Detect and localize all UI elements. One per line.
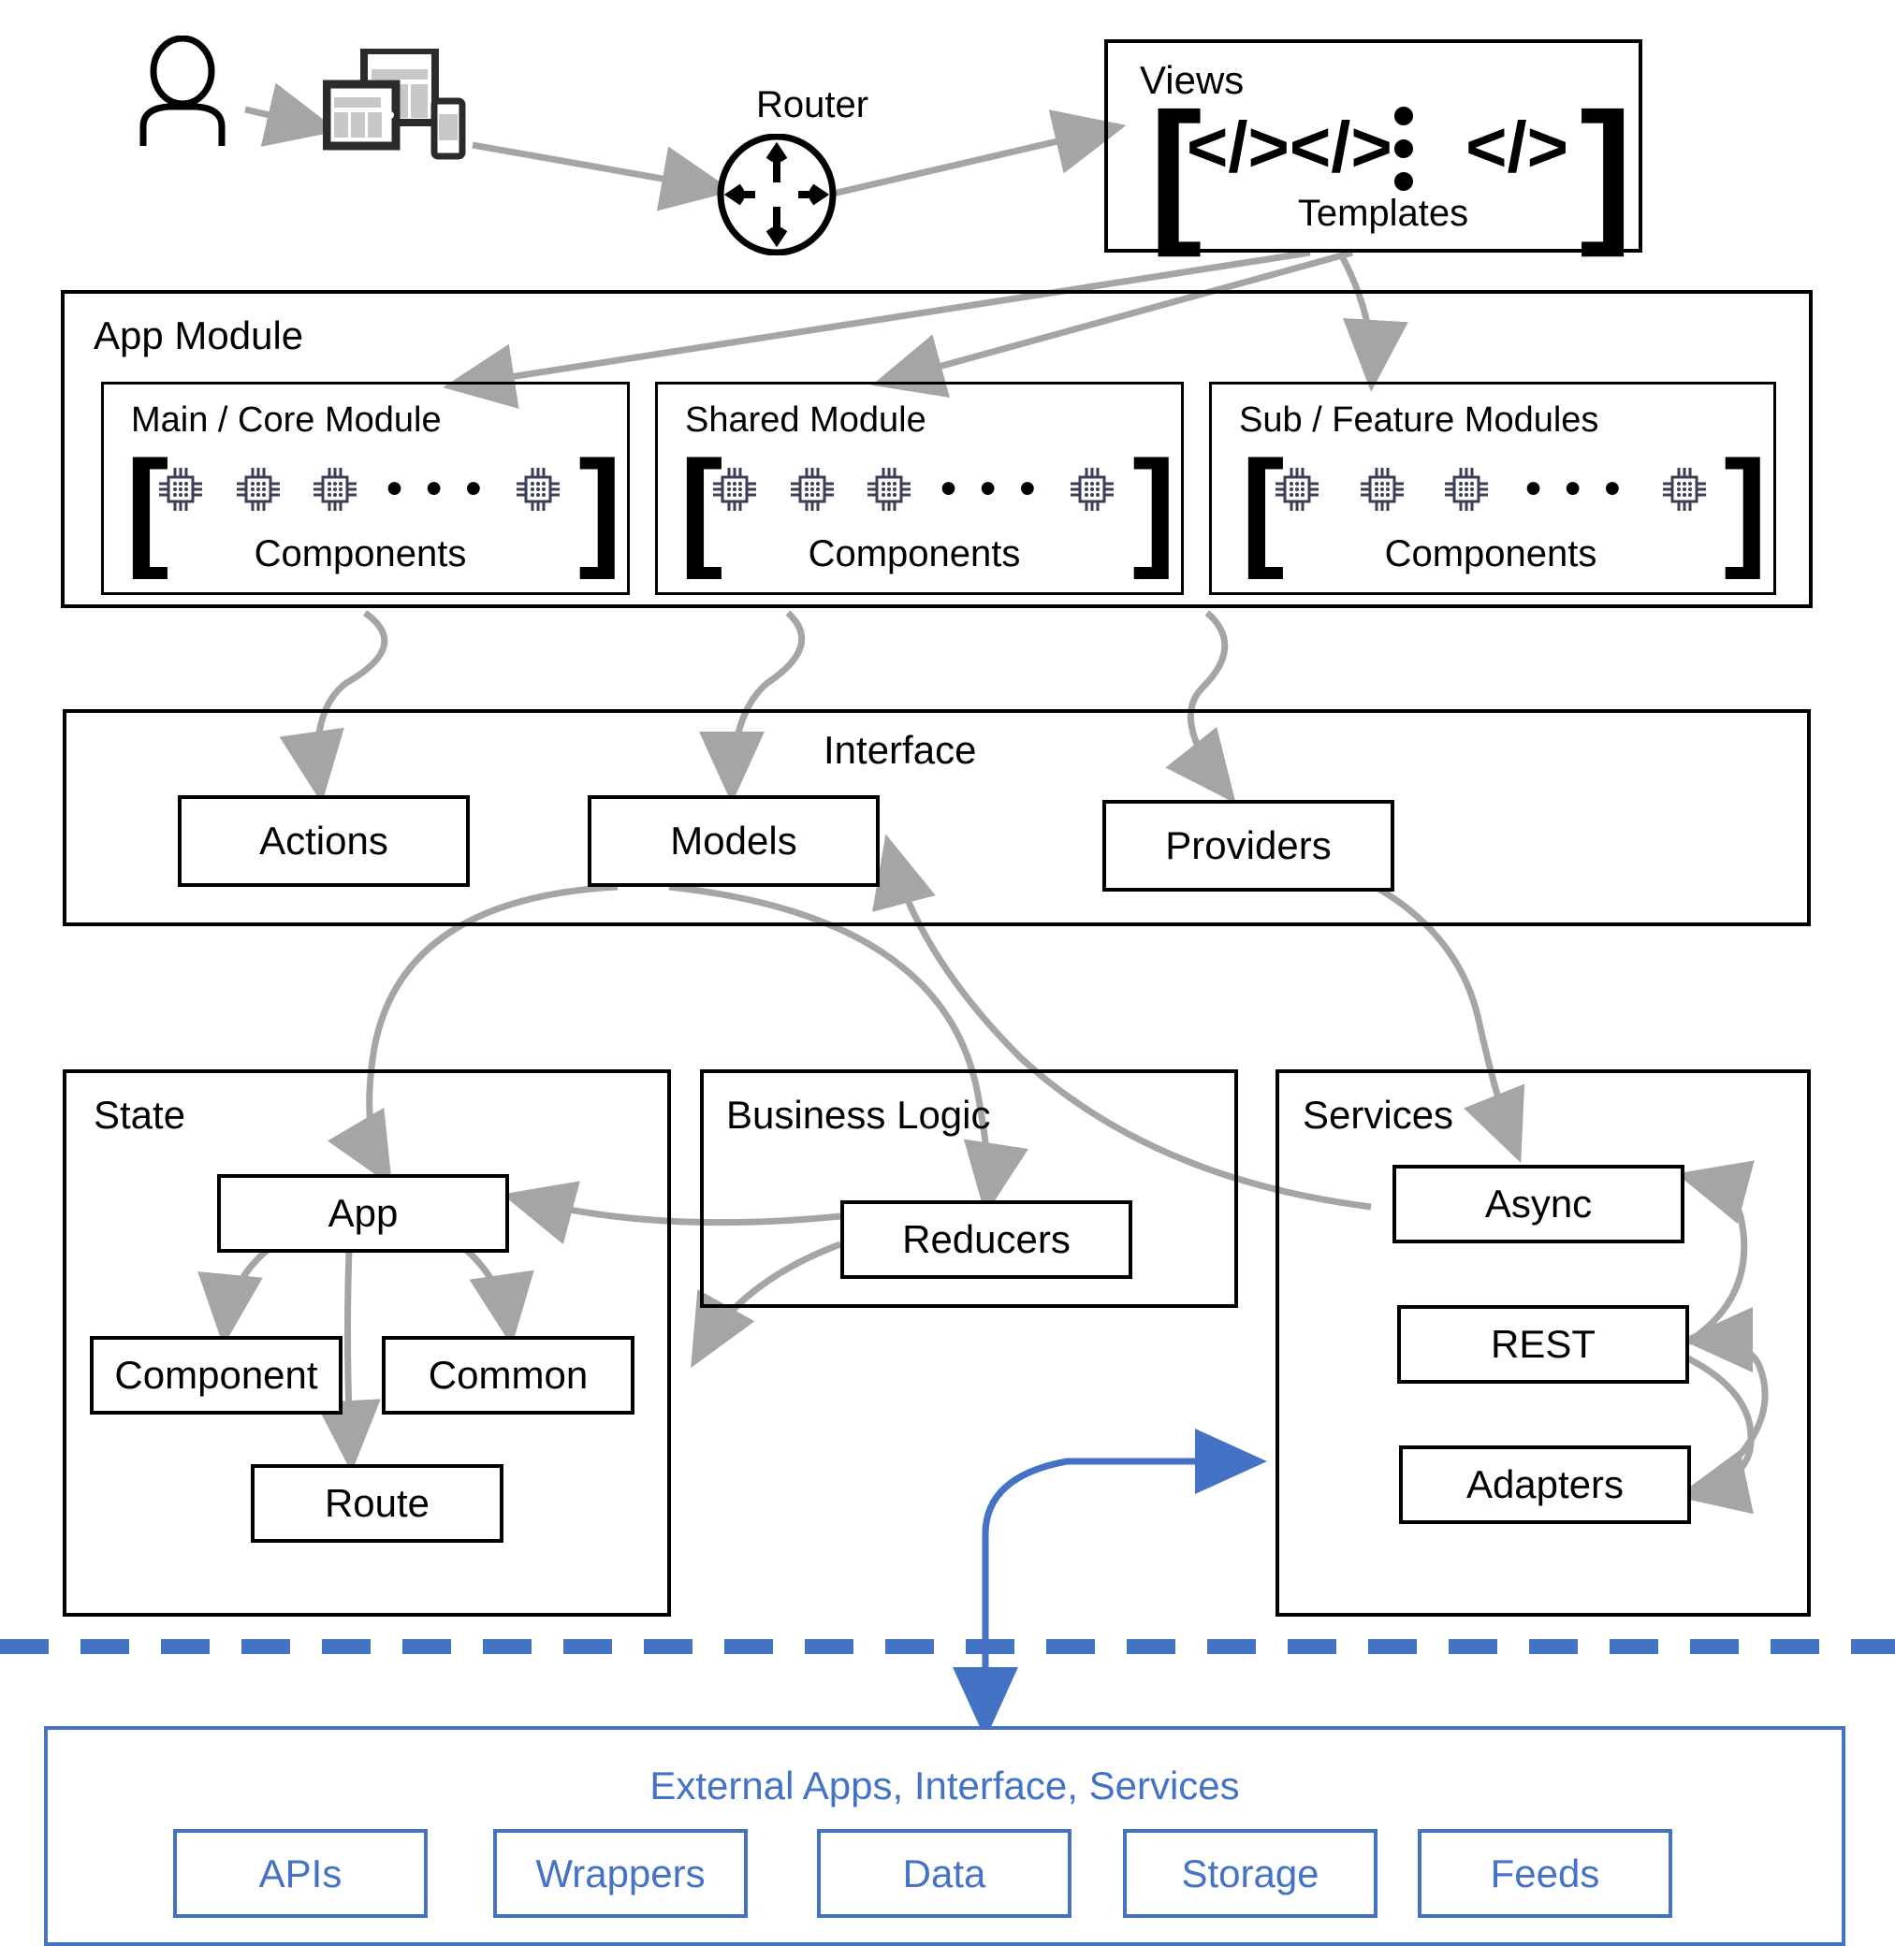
code-template-icon-1: </> — [1187, 108, 1290, 187]
shared-caption: Components — [808, 533, 1021, 574]
devices-icon — [323, 49, 466, 160]
feature-module-title: Sub / Feature Modules — [1239, 400, 1599, 440]
main-core-module-title: Main / Core Module — [131, 400, 442, 440]
node-adapters-label: Adapters — [1465, 1462, 1625, 1506]
node-reducers-label: Reducers — [902, 1217, 1071, 1261]
feature-caption: Components — [1384, 533, 1597, 574]
ext-node-feeds[interactable]: Feeds — [1418, 1829, 1672, 1918]
chip-icon — [313, 468, 357, 511]
state-title: State — [94, 1093, 186, 1137]
ext-node-wrappers-label: Wrappers — [535, 1851, 706, 1895]
node-state-app[interactable]: App — [217, 1174, 509, 1253]
feature-ellipsis: • • • — [1525, 464, 1626, 514]
chip-icon — [1360, 468, 1404, 511]
user-icon — [139, 36, 226, 146]
node-reducers[interactable]: Reducers — [840, 1200, 1132, 1279]
chip-icon — [713, 468, 756, 511]
feature-chip-row: • • • — [1271, 460, 1711, 518]
main-core-bracket-right: ] — [578, 433, 622, 580]
shared-chip-row: • • • — [708, 460, 1118, 518]
router-label: Router — [755, 84, 869, 125]
node-state-route[interactable]: Route — [251, 1464, 503, 1543]
app-module-title: App Module — [94, 313, 304, 357]
node-state-component[interactable]: Component — [90, 1336, 343, 1415]
code-template-icon-2: </> — [1289, 108, 1392, 187]
chip-icon — [159, 468, 202, 511]
node-actions-label: Actions — [259, 819, 388, 863]
chip-icon — [236, 468, 280, 511]
ext-node-storage[interactable]: Storage — [1123, 1829, 1378, 1918]
node-models-label: Models — [670, 819, 797, 863]
node-models[interactable]: Models — [588, 795, 880, 887]
main-core-caption: Components — [254, 533, 467, 574]
external-panel-title: External Apps, Interface, Services — [649, 1764, 1240, 1808]
views-template-row: </> </> • • • </> — [1187, 82, 1568, 213]
ext-node-wrappers[interactable]: Wrappers — [493, 1829, 748, 1918]
chip-icon — [1070, 468, 1114, 511]
architecture-diagram: Router Views [ ] </> </> • • • </> Templ… — [0, 0, 1895, 1960]
node-state-app-label: App — [328, 1191, 399, 1235]
business-logic-title: Business Logic — [726, 1093, 991, 1137]
node-providers-label: Providers — [1165, 823, 1332, 867]
node-async-label: Async — [1484, 1182, 1593, 1226]
chip-icon — [1275, 468, 1319, 511]
arrow-devices-to-router — [472, 141, 734, 211]
ext-node-apis[interactable]: APIs — [173, 1829, 428, 1918]
node-state-route-label: Route — [324, 1481, 430, 1525]
chip-icon — [516, 468, 560, 511]
node-async[interactable]: Async — [1392, 1165, 1684, 1243]
code-template-icon-3: </> — [1465, 108, 1568, 187]
node-state-component-label: Component — [114, 1353, 318, 1397]
arrow-user-to-devices — [244, 82, 339, 147]
node-rest[interactable]: REST — [1397, 1305, 1689, 1384]
ext-node-storage-label: Storage — [1181, 1851, 1319, 1895]
node-rest-label: REST — [1490, 1322, 1596, 1366]
arrow-services-to-external — [953, 1429, 1267, 1739]
node-actions[interactable]: Actions — [178, 795, 470, 887]
interface-title: Interface — [824, 728, 977, 772]
arrow-router-to-views — [832, 109, 1127, 197]
node-state-common-label: Common — [428, 1353, 589, 1397]
shared-ellipsis: • • • — [940, 464, 1042, 514]
router-icon — [717, 134, 837, 255]
node-providers[interactable]: Providers — [1102, 800, 1394, 892]
views-ellipsis: • • • — [1392, 78, 1420, 217]
ext-node-data[interactable]: Data — [817, 1829, 1071, 1918]
ext-node-apis-label: APIs — [258, 1851, 343, 1895]
main-core-ellipsis: • • • — [386, 464, 488, 514]
main-core-chip-row: • • • — [154, 460, 564, 518]
views-bracket-right: ] — [1580, 80, 1633, 258]
node-state-common[interactable]: Common — [382, 1336, 634, 1415]
chip-icon — [1662, 468, 1706, 511]
feature-bracket-right: ] — [1724, 433, 1768, 580]
services-title: Services — [1303, 1093, 1454, 1137]
chip-icon — [1445, 468, 1489, 511]
chip-icon — [790, 468, 834, 511]
chip-icon — [867, 468, 911, 511]
ext-node-data-label: Data — [902, 1851, 986, 1895]
shared-bracket-right: ] — [1132, 433, 1176, 580]
views-caption: Templates — [1297, 193, 1469, 234]
ext-node-feeds-label: Feeds — [1490, 1851, 1600, 1895]
node-adapters[interactable]: Adapters — [1399, 1445, 1691, 1524]
